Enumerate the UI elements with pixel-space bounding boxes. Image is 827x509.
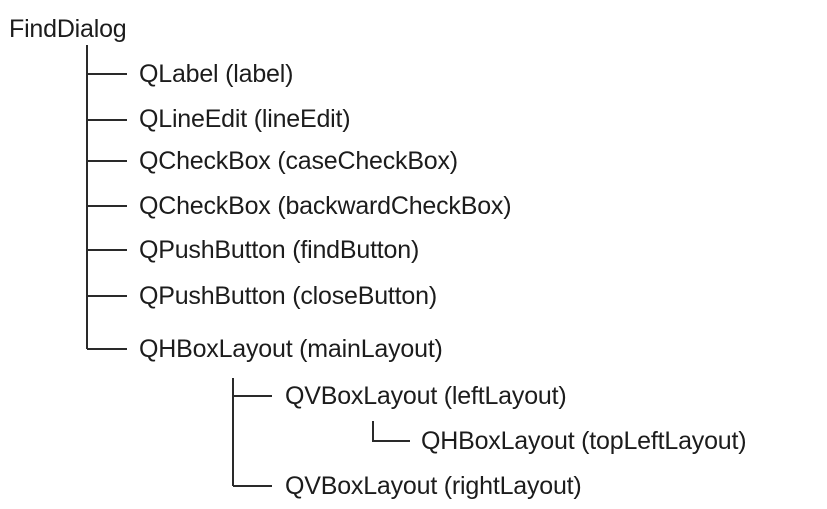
node-qcheckbox-casecheckbox: QCheckBox (caseCheckBox): [139, 147, 458, 175]
root-node-finddialog: FindDialog: [9, 15, 127, 43]
node-qhboxlayout-mainlayout: QHBoxLayout (mainLayout): [139, 335, 443, 363]
leftlayout-trunk-line: [372, 421, 410, 442]
node-qlineedit-lineedit: QLineEdit (lineEdit): [139, 105, 351, 133]
node-qhboxlayout-topleftlayout: QHBoxLayout (topLeftLayout): [421, 427, 747, 455]
node-qcheckbox-backwardcheckbox: QCheckBox (backwardCheckBox): [139, 192, 512, 220]
node-qvboxlayout-leftlayout: QVBoxLayout (leftLayout): [285, 382, 567, 410]
node-qvboxlayout-rightlayout: QVBoxLayout (rightLayout): [285, 472, 582, 500]
node-qpushbutton-closebutton: QPushButton (closeButton): [139, 282, 437, 310]
node-qpushbutton-findbutton: QPushButton (findButton): [139, 236, 420, 264]
node-qlabel-label: QLabel (label): [139, 60, 294, 88]
object-tree-diagram: FindDialog QLabel (label) QLineEdit (lin…: [0, 0, 827, 504]
